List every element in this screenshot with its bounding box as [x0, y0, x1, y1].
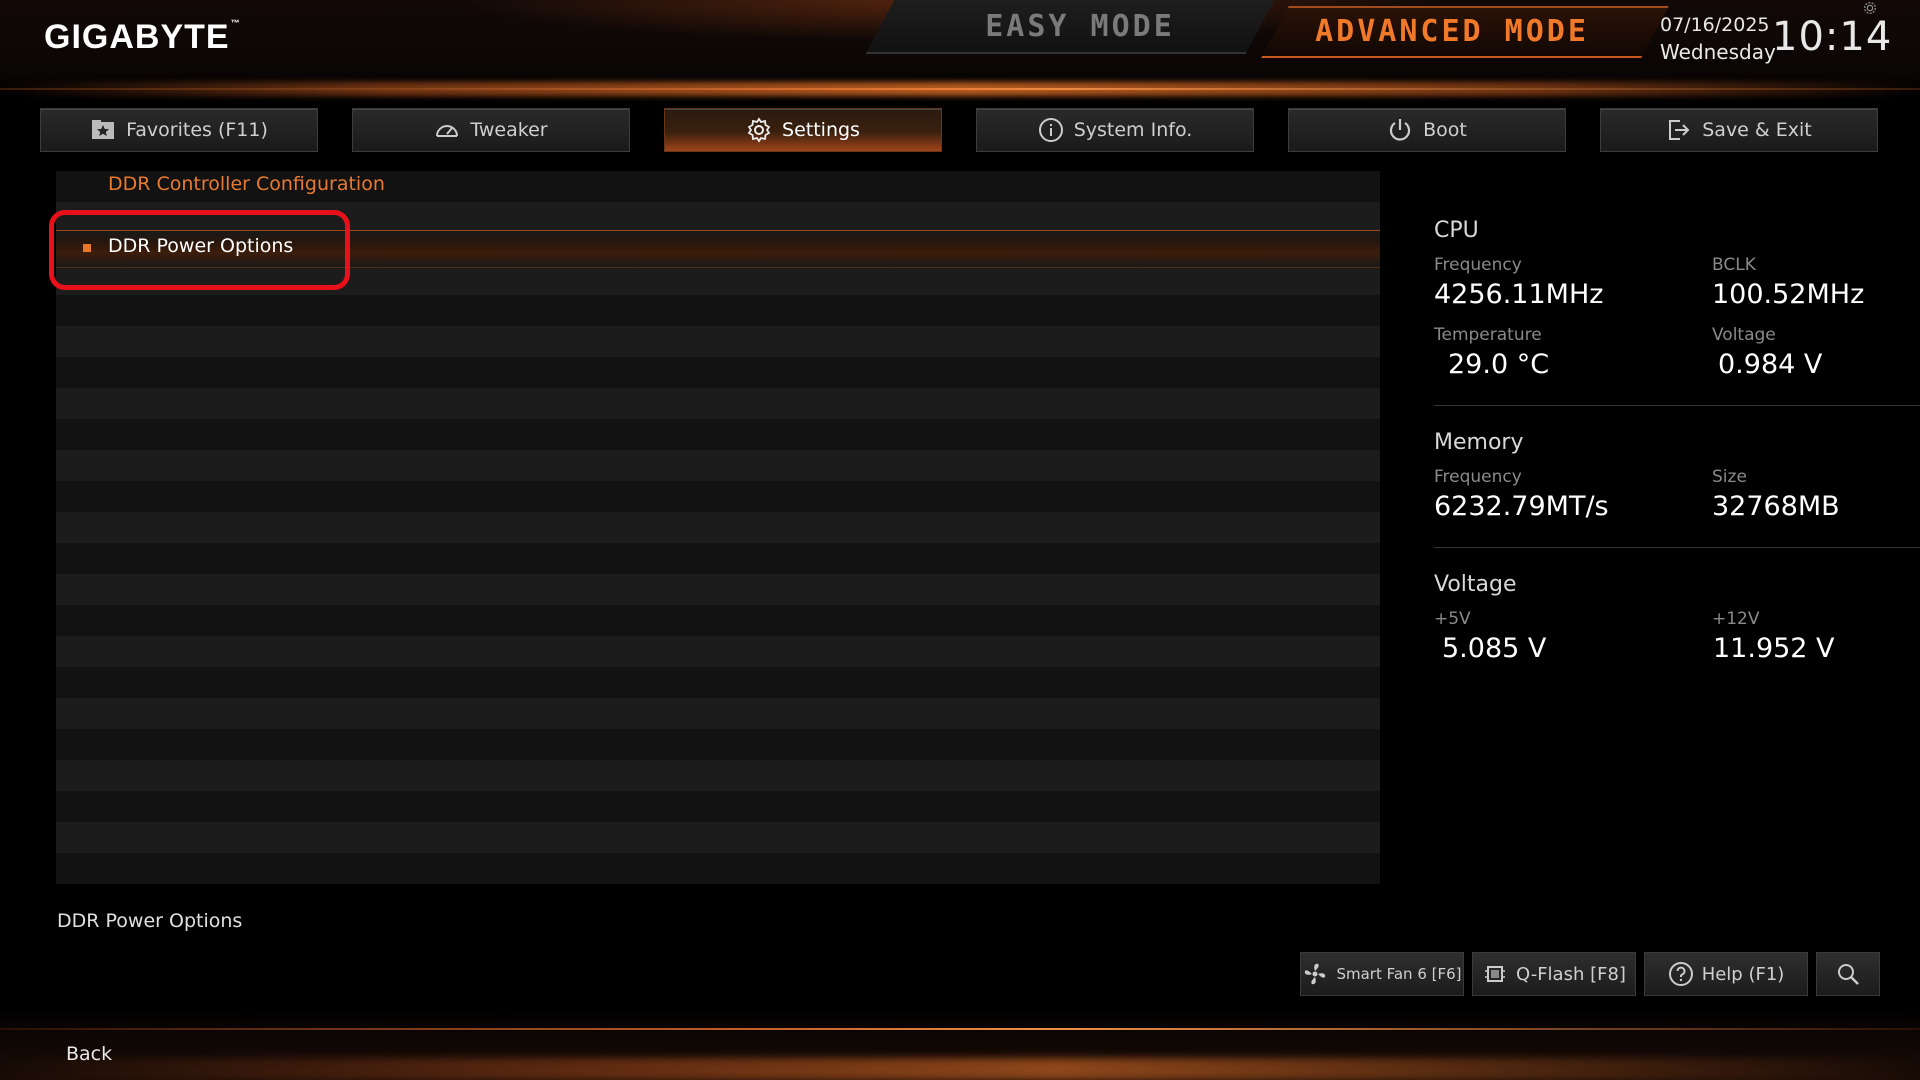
breadcrumb: DDR Controller Configuration [108, 173, 385, 195]
footer-accent-line [0, 1028, 1920, 1030]
cpu-frequency-value: 4256.11MHz [1434, 279, 1604, 310]
list-row [56, 450, 1380, 481]
help-button[interactable]: Help (F1) [1644, 952, 1808, 996]
gear-icon [746, 117, 772, 143]
list-row [56, 729, 1380, 760]
weekday-text: Wednesday [1660, 40, 1776, 64]
help-label: Help (F1) [1701, 963, 1785, 985]
footer-glow [0, 1058, 1920, 1080]
list-row [56, 481, 1380, 512]
tab-favorites-label: Favorites (F11) [126, 119, 268, 141]
list-row [56, 853, 1380, 884]
tab-save-exit[interactable]: Save & Exit [1600, 108, 1878, 152]
cpu-frequency-label: Frequency [1434, 255, 1522, 275]
list-row [56, 388, 1380, 419]
memory-size-value: 32768MB [1712, 491, 1840, 522]
v12-label: +12V [1712, 609, 1760, 629]
list-row [56, 512, 1380, 543]
list-row [56, 295, 1380, 326]
help-question-icon [1668, 961, 1694, 987]
tab-save-exit-label: Save & Exit [1702, 119, 1812, 141]
memory-frequency-value: 6232.79MT/s [1434, 491, 1609, 522]
v5-label: +5V [1434, 609, 1471, 629]
tab-boot-label: Boot [1423, 119, 1467, 141]
bclk-label: BCLK [1712, 255, 1756, 275]
bclk-value: 100.52MHz [1712, 279, 1865, 310]
clock-text: 10:14 [1772, 14, 1893, 60]
bios-screen: GIGABYTE™ EASY MODE ADVANCED MODE 07/16/… [0, 0, 1920, 1080]
advanced-mode-button[interactable]: ADVANCED MODE [1262, 6, 1642, 56]
section-divider [1434, 405, 1920, 406]
tab-system-info-label: System Info. [1073, 119, 1193, 141]
q-flash-label: Q-Flash [F8] [1516, 963, 1626, 985]
search-icon [1835, 961, 1861, 987]
smart-fan-button[interactable]: Smart Fan 6 [F6] [1300, 952, 1464, 996]
tab-system-info[interactable]: System Info. [976, 108, 1254, 152]
cpu-temperature-value: 29.0 °C [1448, 349, 1550, 380]
list-row [56, 698, 1380, 729]
cpu-voltage-value: 0.984 V [1718, 349, 1823, 380]
info-icon [1038, 117, 1064, 143]
easy-mode-button[interactable]: EASY MODE [880, 0, 1280, 52]
v12-value: 11.952 V [1713, 633, 1835, 664]
list-row [56, 822, 1380, 853]
cpu-section-title: CPU [1434, 218, 1479, 243]
v5-value: 5.085 V [1442, 633, 1547, 664]
tab-settings-label: Settings [782, 119, 860, 141]
list-row [56, 543, 1380, 574]
header-accent-line [0, 88, 1920, 90]
power-icon [1387, 117, 1413, 143]
speedometer-icon [434, 117, 460, 143]
tab-favorites[interactable]: Favorites (F11) [40, 108, 318, 152]
highlight-annotation-box [49, 210, 350, 290]
fan-icon [1302, 961, 1328, 987]
favorites-star-icon [90, 117, 116, 143]
exit-icon [1666, 117, 1692, 143]
item-help-text: DDR Power Options [57, 910, 243, 932]
date-text: 07/16/2025 [1660, 14, 1770, 36]
q-flash-button[interactable]: Q-Flash [F8] [1472, 952, 1636, 996]
section-divider [1434, 547, 1920, 548]
list-row [56, 419, 1380, 450]
voltage-section-title: Voltage [1434, 572, 1517, 597]
smart-fan-label: Smart Fan 6 [F6] [1336, 965, 1462, 983]
chip-icon [1482, 961, 1508, 987]
tab-boot[interactable]: Boot [1288, 108, 1566, 152]
back-button[interactable]: Back [66, 1043, 112, 1065]
list-row [56, 357, 1380, 388]
cpu-temperature-label: Temperature [1434, 325, 1542, 345]
list-row [56, 574, 1380, 605]
list-row [56, 791, 1380, 822]
list-row [56, 605, 1380, 636]
memory-section-title: Memory [1434, 430, 1524, 455]
list-row [56, 326, 1380, 357]
memory-frequency-label: Frequency [1434, 467, 1522, 487]
list-row [56, 667, 1380, 698]
memory-size-label: Size [1712, 467, 1747, 487]
tab-tweaker[interactable]: Tweaker [352, 108, 630, 152]
tab-tweaker-label: Tweaker [470, 119, 548, 141]
gigabyte-logo: GIGABYTE™ [44, 18, 241, 56]
list-row [56, 636, 1380, 667]
tab-settings[interactable]: Settings [664, 108, 942, 152]
list-row [56, 760, 1380, 791]
search-button[interactable] [1816, 952, 1880, 996]
small-settings-gear-icon[interactable] [1862, 0, 1880, 18]
cpu-voltage-label: Voltage [1712, 325, 1776, 345]
